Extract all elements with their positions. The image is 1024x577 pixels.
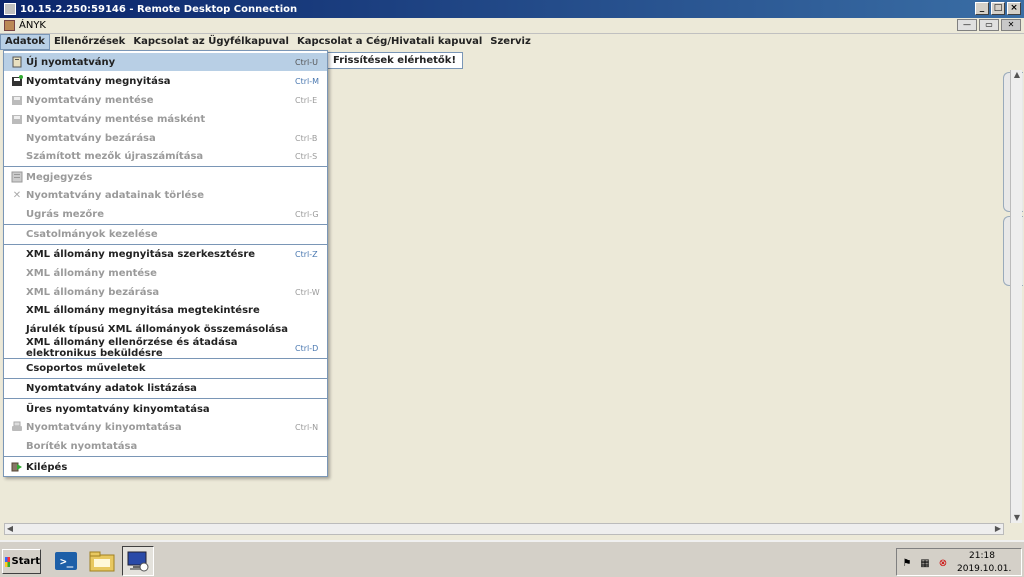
menu-item-note[interactable]: Megjegyzés	[4, 168, 327, 186]
delete-icon: ✕	[12, 189, 22, 201]
rdp-title-bar: 10.15.2.250:59146 - Remote Desktop Conne…	[0, 0, 1024, 18]
menu-item-save-form[interactable]: Nyomtatvány mentése Ctrl-E	[4, 91, 327, 109]
menu-item-open-form[interactable]: Nyomtatvány megnyitása Ctrl-M	[4, 72, 327, 90]
menu-item-xml-open-view[interactable]: XML állomány megnyitása megtekintésre	[4, 301, 327, 319]
anyk-app-icon	[4, 20, 15, 31]
start-button[interactable]: Start	[2, 549, 41, 574]
remote-desktop-icon[interactable]	[122, 546, 154, 576]
svg-text:>_: >_	[60, 555, 74, 568]
menu-separator	[4, 166, 327, 167]
scroll-up-icon[interactable]: ▲	[1011, 70, 1023, 80]
app-maximize-button[interactable]: ▭	[979, 19, 999, 31]
app-close-button[interactable]: ✕	[1001, 19, 1021, 31]
clock-date[interactable]: 2019.10.01.	[957, 564, 1011, 574]
powershell-icon[interactable]: >_	[50, 546, 82, 576]
clock-time[interactable]: 21:18	[969, 551, 995, 561]
rdp-minimize-button[interactable]: _	[975, 2, 989, 15]
menu-item-save-form-as[interactable]: Nyomtatvány mentése másként	[4, 110, 327, 128]
menu-szerviz[interactable]: Szerviz	[486, 34, 535, 50]
menu-item-attachments[interactable]: Csatolmányok kezelése	[4, 225, 327, 243]
menu-separator	[4, 398, 327, 399]
scroll-right-icon[interactable]: ▶	[993, 524, 1003, 534]
rdp-icon	[4, 3, 16, 15]
save-as-icon	[10, 113, 24, 125]
windows-logo-icon	[5, 556, 10, 567]
menu-ceg-hivatali-kapu[interactable]: Kapcsolat a Cég/Hivatali kapuval	[293, 34, 486, 50]
menu-item-xml-close[interactable]: XML állomány bezárása Ctrl-W	[4, 283, 327, 301]
menu-item-batch-operations[interactable]: Csoportos műveletek	[4, 359, 327, 377]
menu-item-delete-data[interactable]: ✕ Nyomtatvány adatainak törlése	[4, 186, 327, 204]
menu-item-xml-merge[interactable]: Járulék típusú XML állományok összemásol…	[4, 320, 327, 338]
scroll-down-icon[interactable]: ▼	[1011, 513, 1023, 523]
network-icon[interactable]: ▦	[919, 558, 931, 570]
menu-item-new-form[interactable]: Új nyomtatvány Ctrl-U	[4, 53, 327, 71]
rdp-title: 10.15.2.250:59146 - Remote Desktop Conne…	[20, 3, 298, 15]
printer-icon	[10, 421, 24, 433]
menu-item-xml-save[interactable]: XML állomány mentése	[4, 264, 327, 282]
updates-available-button[interactable]: Frissítések elérhetők!	[326, 52, 463, 69]
rdp-maximize-button[interactable]: □	[991, 2, 1005, 15]
adatok-dropdown-menu: Új nyomtatvány Ctrl-U Nyomtatvány megnyi…	[3, 50, 328, 477]
file-explorer-icon[interactable]	[86, 546, 118, 576]
volume-muted-icon[interactable]: ⊗	[937, 558, 949, 570]
scroll-left-icon[interactable]: ◀	[5, 524, 15, 534]
menu-item-recalculate[interactable]: Számított mezők újraszámítása Ctrl-S	[4, 147, 327, 165]
menu-ugyfelkapu[interactable]: Kapcsolat az Ügyfélkapuval	[129, 34, 293, 50]
app-title: ÁNYK	[19, 20, 46, 31]
horizontal-scrollbar[interactable]: ◀ ▶	[4, 523, 1004, 535]
app-title-bar: ÁNYK — ▭ ✕	[0, 18, 1024, 34]
menu-bar: Adatok Ellenőrzések Kapcsolat az Ügyfélk…	[0, 34, 1024, 50]
new-doc-icon	[10, 56, 24, 68]
exit-icon	[10, 461, 24, 473]
menu-item-list-data[interactable]: Nyomtatvány adatok listázása	[4, 379, 327, 397]
vertical-scrollbar[interactable]: ▲ ▼	[1010, 70, 1022, 523]
menu-item-goto-field[interactable]: Ugrás mezőre Ctrl-G	[4, 205, 327, 223]
taskbar: Start >_ ⚑ ▦ ⊗ 21:18 2019.10.01.	[0, 540, 1024, 577]
open-doc-icon	[10, 75, 24, 87]
menu-item-close-form[interactable]: Nyomtatvány bezárása Ctrl-B	[4, 129, 327, 147]
app-minimize-button[interactable]: —	[957, 19, 977, 31]
menu-item-xml-submit[interactable]: XML állomány ellenőrzése és átadása elek…	[4, 337, 327, 359]
note-icon	[10, 171, 24, 183]
menu-item-print-empty[interactable]: Üres nyomtatvány kinyomtatása	[4, 400, 327, 418]
menu-item-xml-open-edit[interactable]: XML állomány megnyitása szerkesztésre Ct…	[4, 245, 327, 263]
menu-item-print-envelope[interactable]: Boríték nyomtatása	[4, 437, 327, 455]
menu-item-exit[interactable]: Kilépés	[4, 458, 327, 476]
menu-adatok[interactable]: Adatok	[0, 34, 50, 50]
save-icon	[10, 94, 24, 106]
rdp-close-button[interactable]: ×	[1007, 2, 1021, 15]
flag-icon[interactable]: ⚑	[901, 558, 913, 570]
system-tray: ⚑ ▦ ⊗ 21:18 2019.10.01.	[896, 548, 1022, 576]
menu-item-print-form[interactable]: Nyomtatvány kinyomtatása Ctrl-N	[4, 418, 327, 436]
menu-ellenorzesek[interactable]: Ellenőrzések	[50, 34, 129, 50]
menu-separator	[4, 456, 327, 457]
